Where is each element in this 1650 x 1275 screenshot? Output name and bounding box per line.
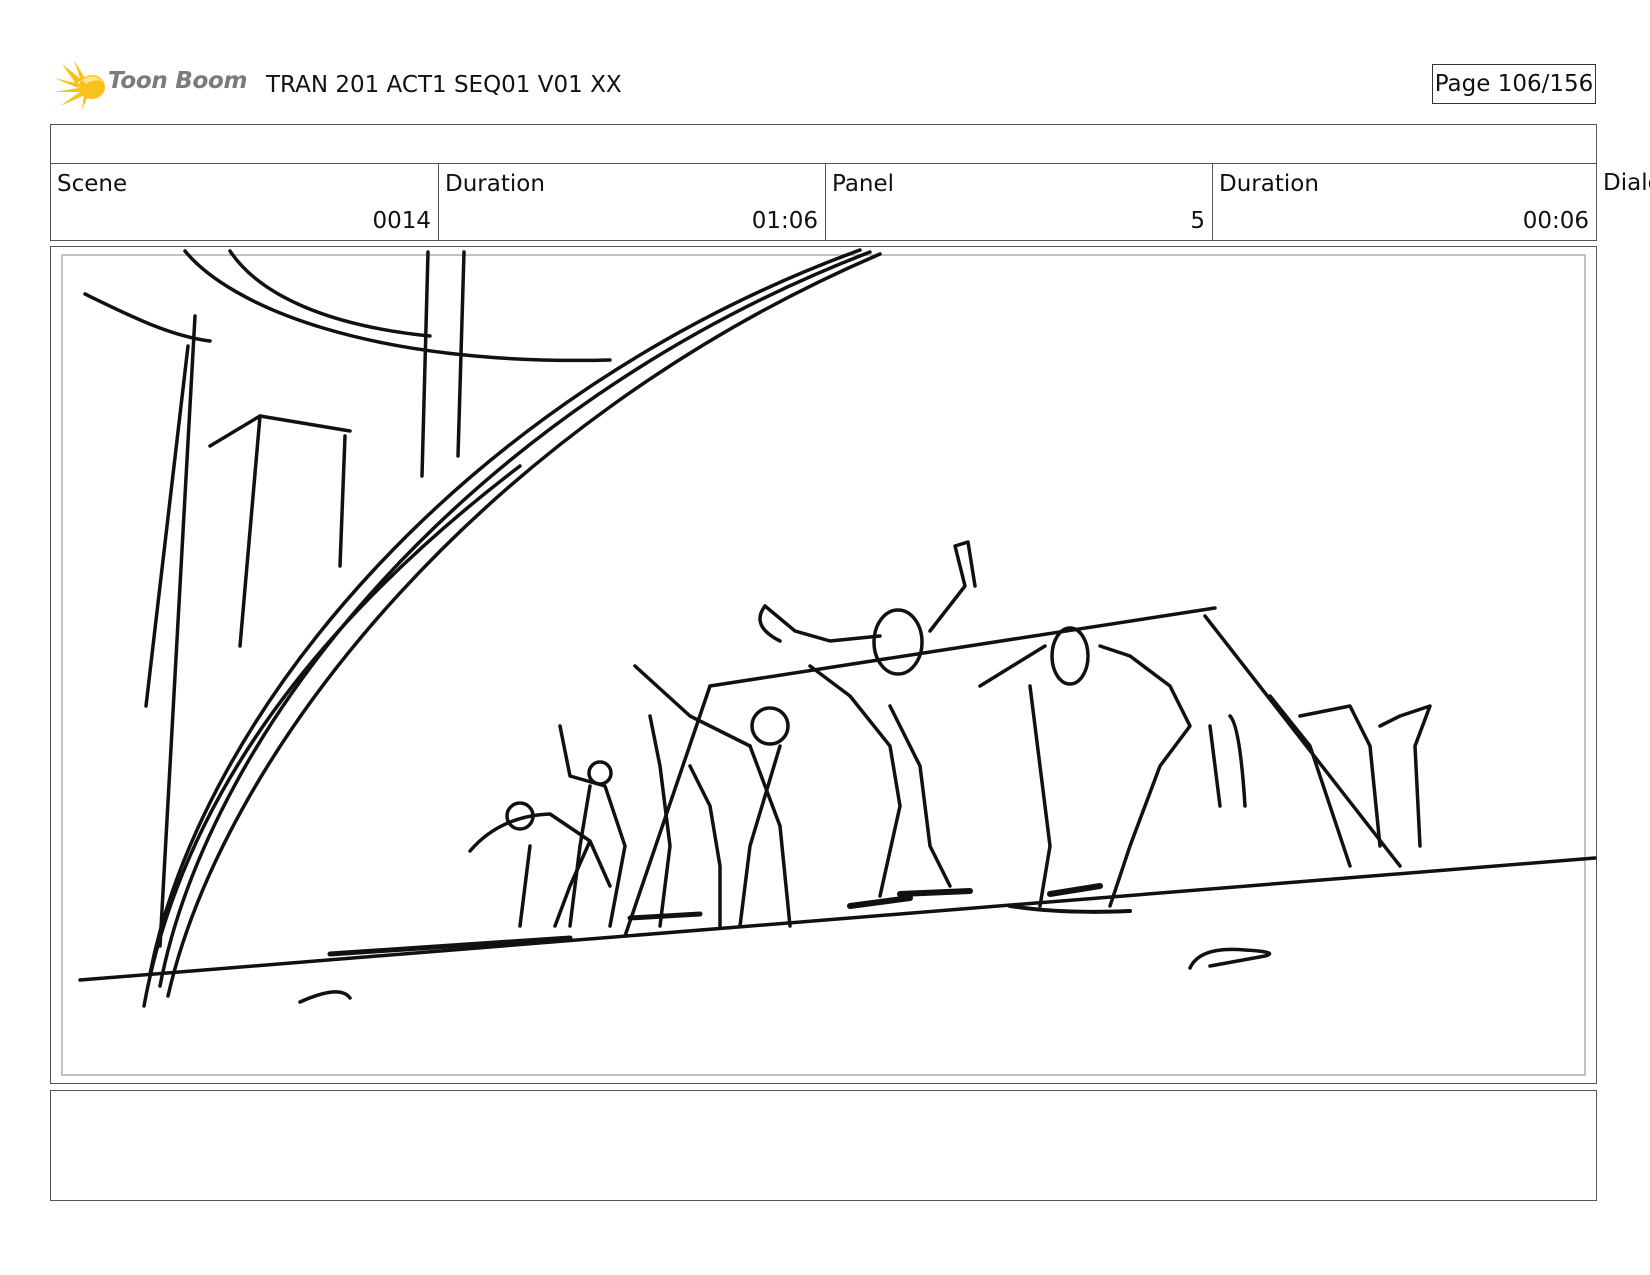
- logo-wordmark: Toon Boom: [108, 68, 248, 94]
- panel-label: Panel: [832, 171, 895, 197]
- cable-stroke: [228, 249, 432, 338]
- page-number-box: Page 106/156: [1432, 64, 1596, 104]
- scene-info-row: Scene 0014 Duration 01:06 Panel 5 Durati…: [50, 163, 1597, 241]
- scene-duration-label: Duration: [445, 171, 545, 197]
- sunburst-logo-icon: [54, 60, 105, 110]
- dialog-label: Dialo: [1603, 170, 1650, 196]
- crowd-figures: [468, 540, 1432, 928]
- arch-stroke: [158, 250, 872, 988]
- notes-box: [50, 1090, 1597, 1201]
- panel-duration-label: Duration: [1219, 171, 1319, 197]
- scene-duration-cell: Duration 01:06: [438, 164, 825, 240]
- scene-label: Scene: [57, 171, 128, 197]
- panel-value: 5: [1190, 208, 1205, 234]
- header-strip: [50, 124, 1597, 164]
- panel-duration-cell: Duration 00:06: [1212, 164, 1596, 240]
- panel-cell: Panel 5: [825, 164, 1212, 240]
- tower-stroke: [420, 250, 430, 478]
- scene-duration-value: 01:06: [751, 208, 818, 234]
- document-title: TRAN 201 ACT1 SEQ01 V01 XX: [266, 72, 622, 98]
- scene-cell: Scene 0014: [51, 164, 438, 240]
- cable-stroke: [183, 249, 612, 363]
- ground-line: [78, 856, 1597, 982]
- stage-edge: [708, 606, 1217, 688]
- arch-stroke: [142, 464, 522, 1008]
- storyboard-sketch: [78, 248, 1597, 1008]
- toon-boom-logo: Toon Boom: [52, 58, 252, 112]
- panel-duration-value: 00:06: [1522, 208, 1589, 234]
- scene-value: 0014: [372, 208, 431, 234]
- tower-stroke: [158, 314, 197, 948]
